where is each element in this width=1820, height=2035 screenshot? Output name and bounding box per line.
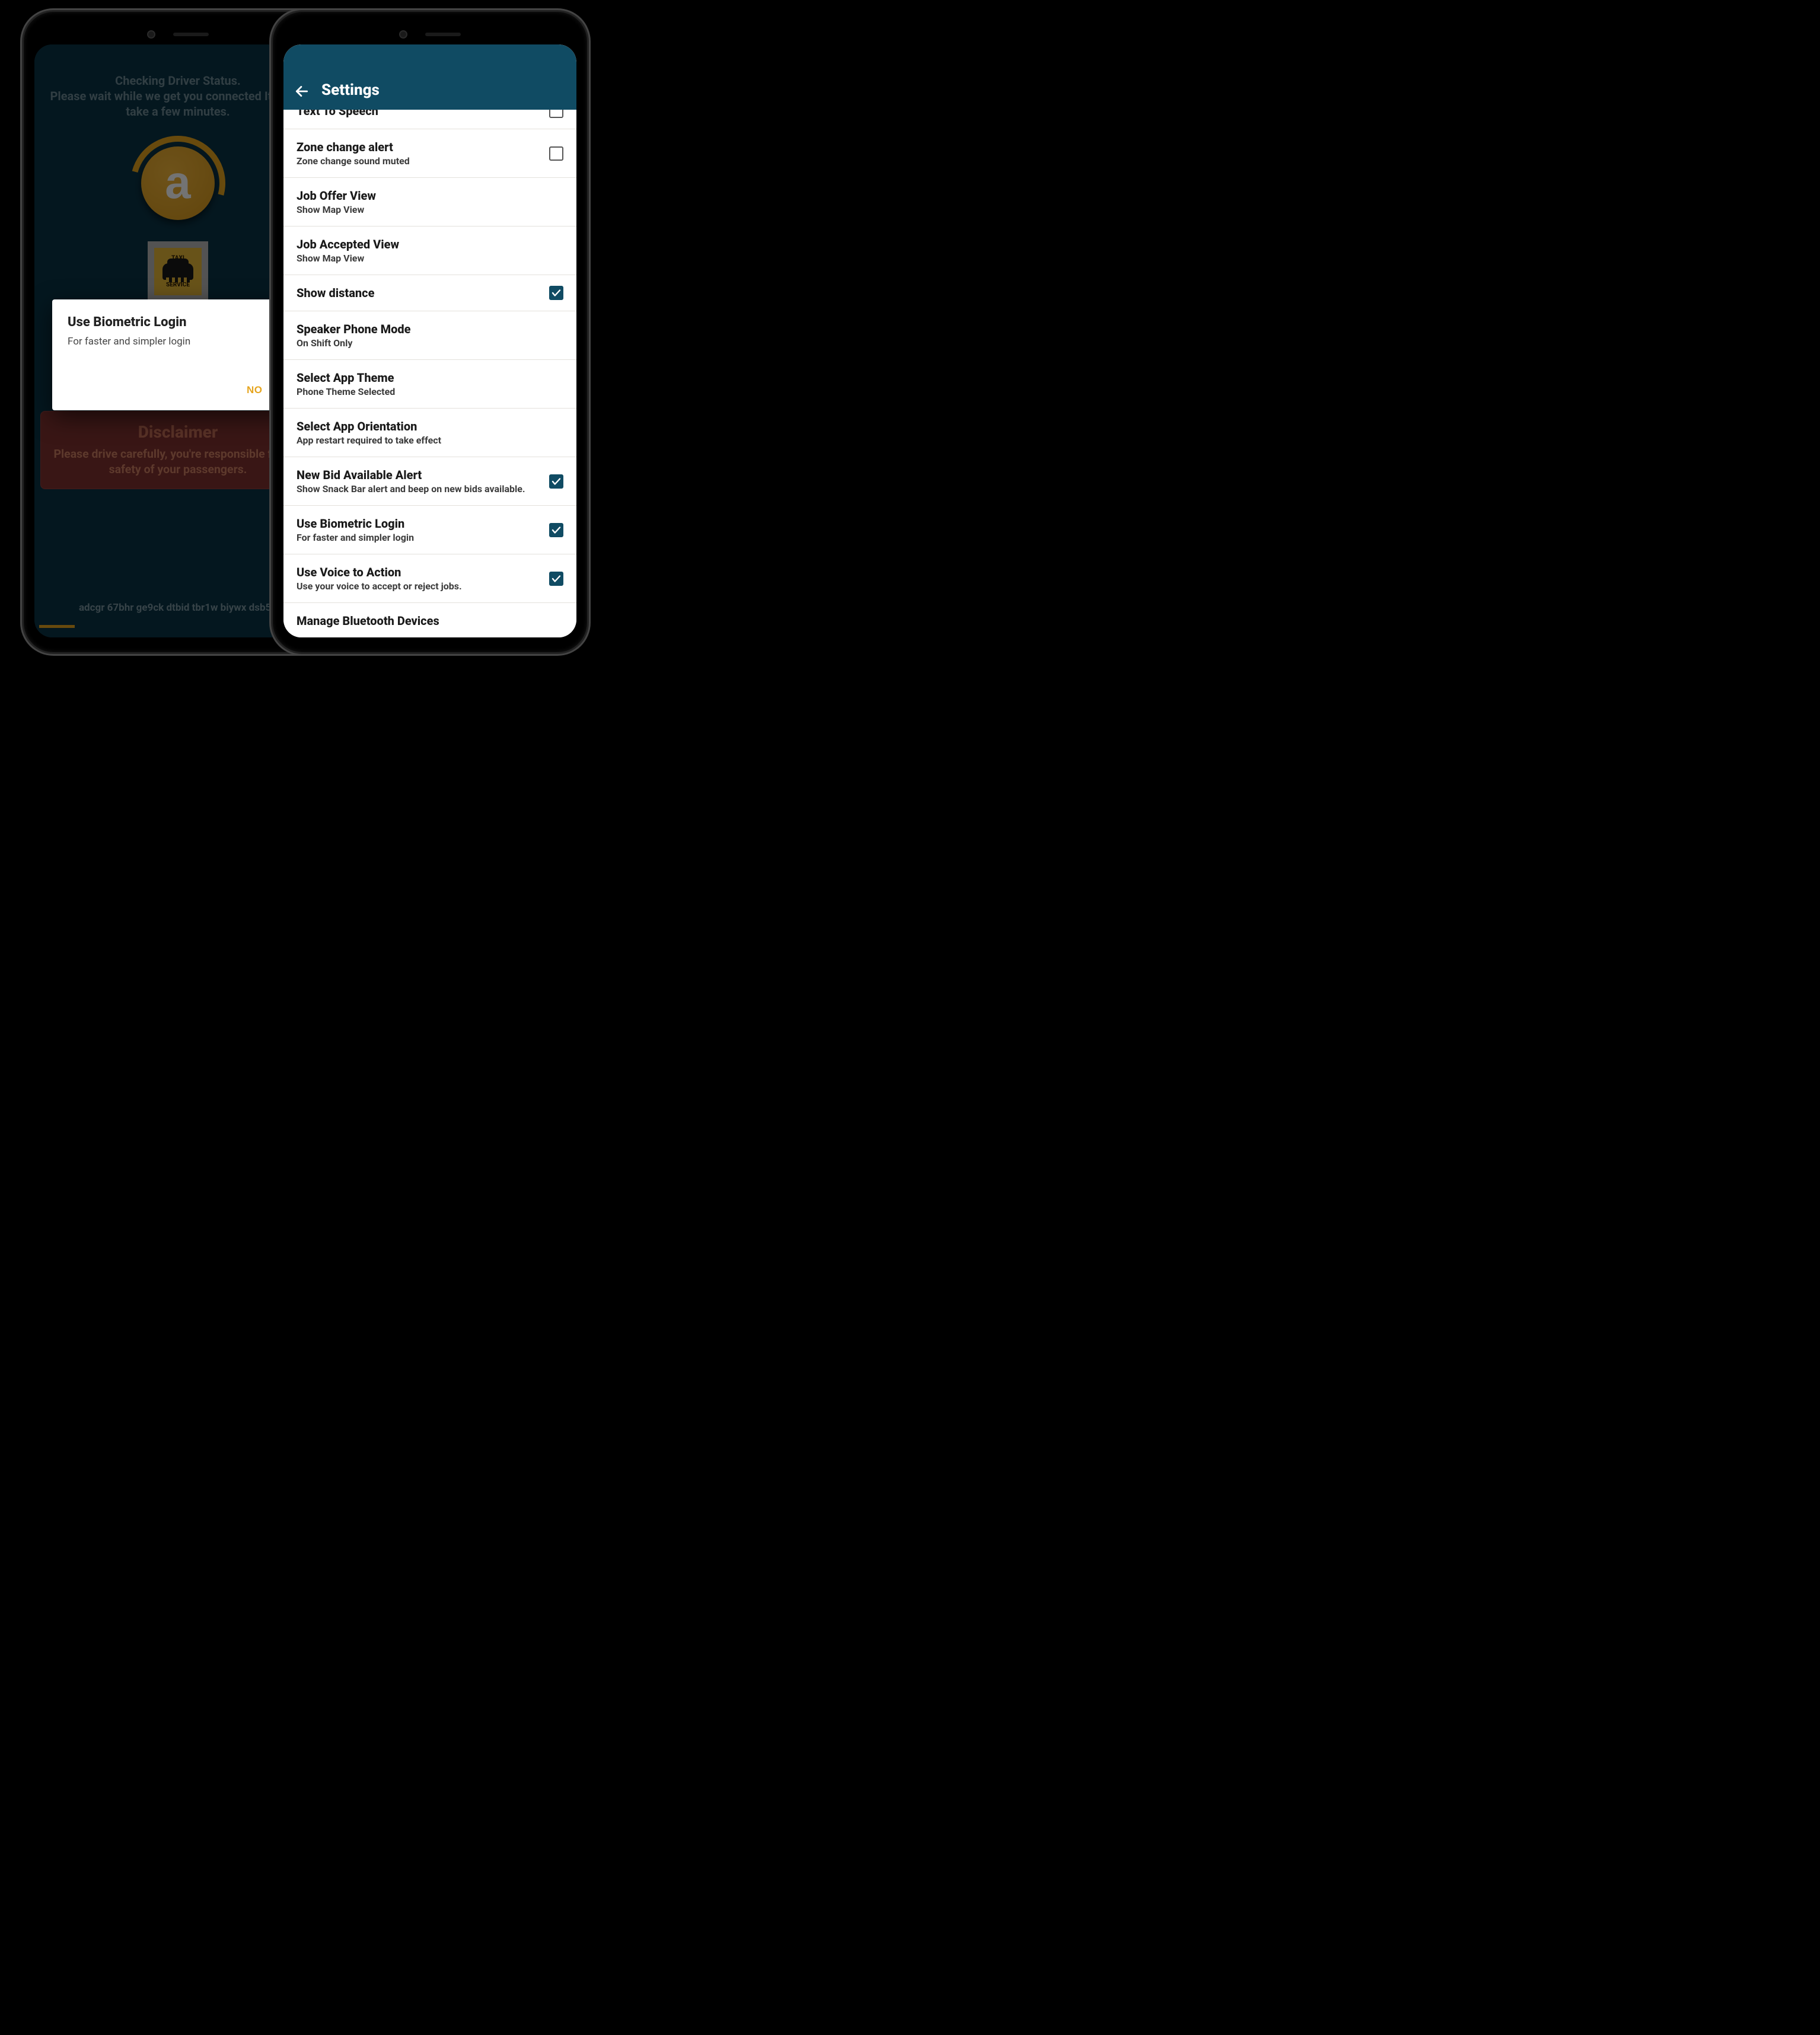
- settings-row[interactable]: Use Biometric LoginFor faster and simple…: [283, 506, 576, 554]
- checkbox[interactable]: [549, 523, 563, 537]
- settings-row-subtitle: Show Snack Bar alert and beep on new bid…: [297, 483, 525, 495]
- settings-row[interactable]: Select App ThemePhone Theme Selected: [283, 360, 576, 409]
- settings-row-title: Select App Orientation: [297, 419, 441, 433]
- phone-notch: [142, 30, 213, 39]
- settings-row[interactable]: Select App Orientation App restart requir…: [283, 409, 576, 457]
- settings-row-subtitle: App restart required to take effect: [297, 435, 441, 446]
- settings-row[interactable]: Zone change alertZone change sound muted: [283, 129, 576, 178]
- settings-row-title: Use Biometric Login: [297, 516, 414, 531]
- settings-row-title: Job Accepted View: [297, 237, 399, 251]
- checkbox[interactable]: [549, 110, 563, 118]
- settings-row-title: Use Voice to Action: [297, 565, 462, 579]
- settings-row-title: Zone change alert: [297, 140, 410, 154]
- settings-row-title: Select App Theme: [297, 371, 395, 385]
- settings-row[interactable]: Manage Bluetooth Devices: [283, 603, 576, 637]
- checkbox[interactable]: [549, 474, 563, 489]
- settings-row-subtitle: For faster and simpler login: [297, 532, 414, 543]
- settings-row-subtitle: Show Map View: [297, 253, 399, 264]
- settings-row-title: Speaker Phone Mode: [297, 322, 411, 336]
- settings-row[interactable]: Speaker Phone ModeOn Shift Only: [283, 311, 576, 360]
- settings-row-subtitle: Use your voice to accept or reject jobs.: [297, 580, 462, 592]
- settings-screen: Settings Text To Speech Zone change alert…: [283, 44, 576, 637]
- settings-row-title: Job Offer View: [297, 189, 376, 203]
- settings-row[interactable]: Use Voice to ActionUse your voice to acc…: [283, 554, 576, 603]
- settings-row[interactable]: New Bid Available AlertShow Snack Bar al…: [283, 457, 576, 506]
- settings-row-subtitle: On Shift Only: [297, 337, 411, 349]
- settings-list[interactable]: Text To Speech Zone change alertZone chan…: [283, 110, 576, 637]
- phone-right: Settings Text To Speech Zone change alert…: [273, 12, 587, 652]
- dialog-no-button[interactable]: NO: [244, 377, 265, 403]
- back-icon[interactable]: [294, 84, 310, 99]
- settings-row-title: New Bid Available Alert: [297, 468, 525, 482]
- settings-row[interactable]: Show distance: [283, 275, 576, 311]
- settings-row[interactable]: Text To Speech: [283, 110, 576, 129]
- checkbox[interactable]: [549, 572, 563, 586]
- app-bar-title: Settings: [321, 81, 380, 99]
- checkbox[interactable]: [549, 286, 563, 300]
- settings-row-subtitle: Show Map View: [297, 204, 376, 215]
- settings-row[interactable]: Job Offer ViewShow Map View: [283, 178, 576, 227]
- settings-row[interactable]: Job Accepted View Show Map View: [283, 227, 576, 275]
- settings-row-title: Show distance: [297, 286, 374, 300]
- phone-notch: [394, 30, 466, 39]
- settings-row-title: Manage Bluetooth Devices: [297, 614, 439, 628]
- settings-row-subtitle: Phone Theme Selected: [297, 386, 395, 397]
- checkbox[interactable]: [549, 146, 563, 161]
- settings-row-title: Text To Speech: [297, 110, 378, 118]
- screen-right: Settings Text To Speech Zone change alert…: [283, 44, 576, 637]
- app-bar: Settings: [283, 44, 576, 110]
- settings-row-subtitle: Zone change sound muted: [297, 155, 410, 167]
